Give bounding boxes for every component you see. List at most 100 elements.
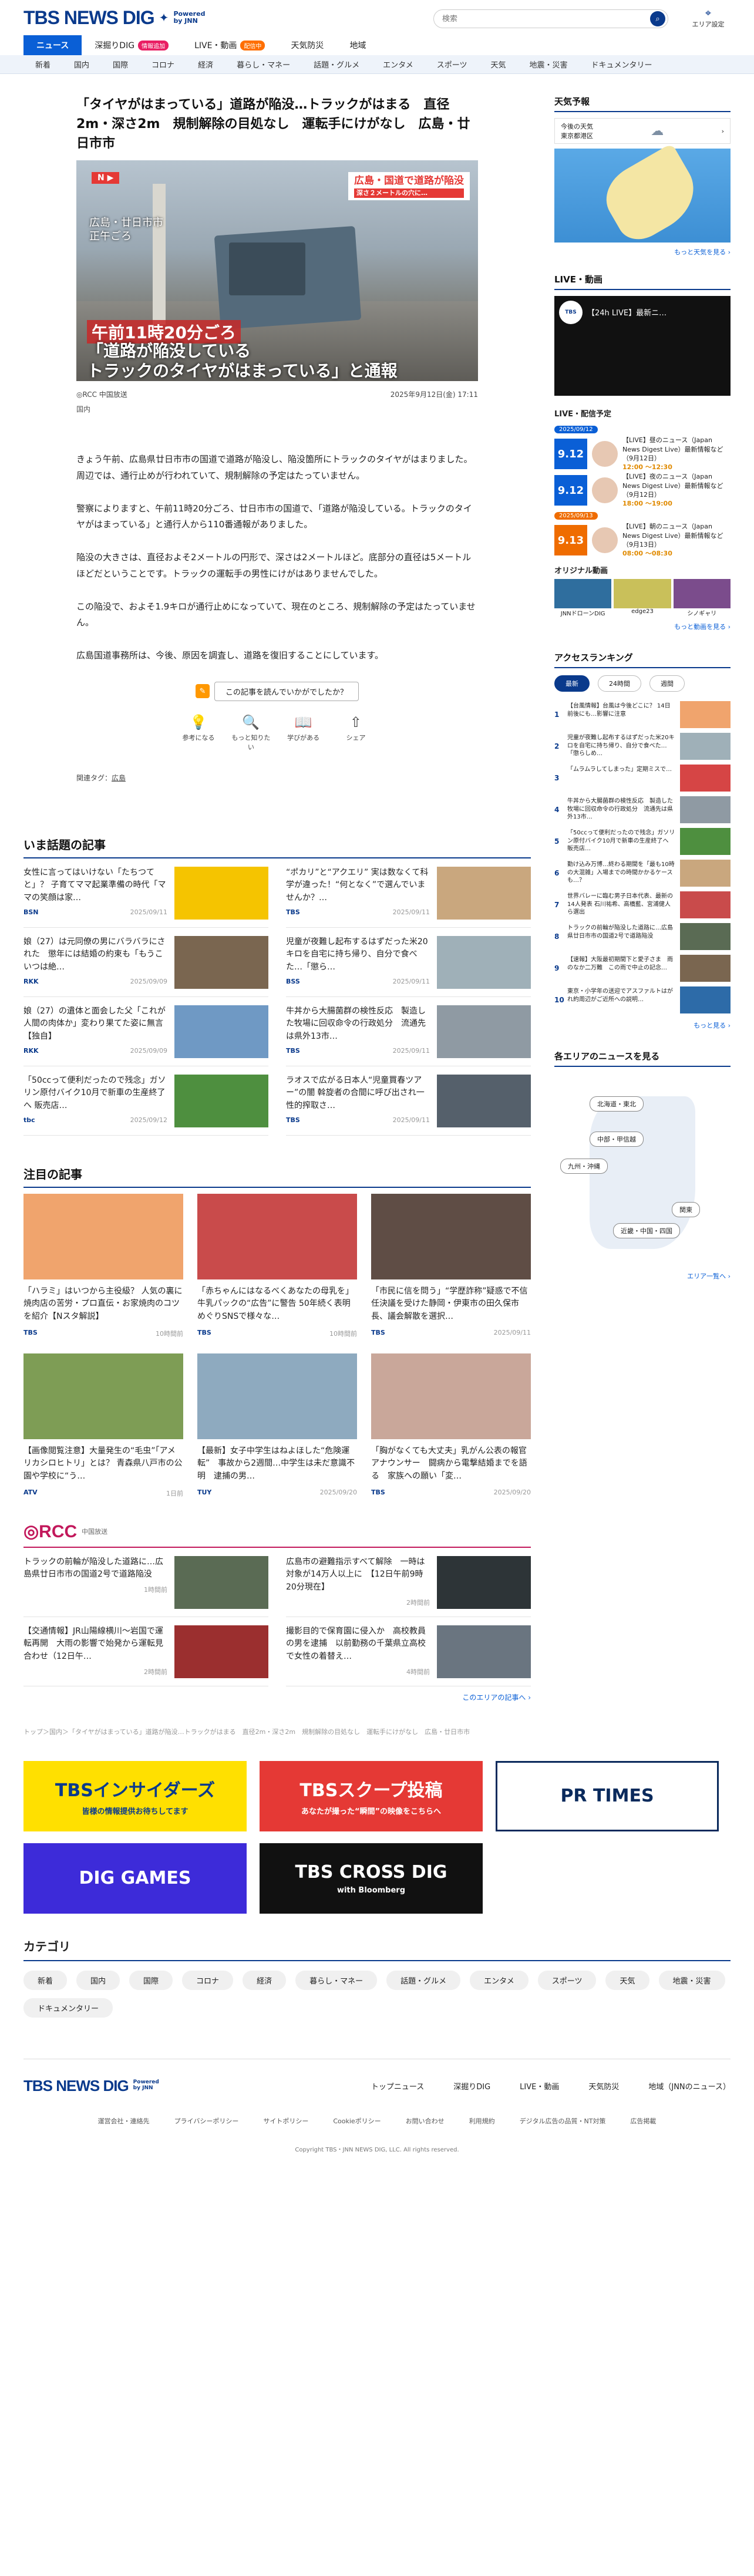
category-chip[interactable]: 話題・グルメ: [386, 1970, 461, 1990]
category-chip[interactable]: ドキュメンタリー: [23, 1998, 113, 2018]
category-chip[interactable]: コロナ: [182, 1970, 234, 1990]
category-chip[interactable]: 経済: [243, 1970, 287, 1990]
topic-item[interactable]: 「50ccって便利だったので残念」ガソリン原付バイク10月で新車の生産終了へ 販…: [23, 1066, 268, 1136]
ranking-item[interactable]: 8 トラックの前輪が陥没した道路に…広島県廿日市市の国道2号で道路陥没: [554, 921, 731, 952]
rcc-item[interactable]: 【交通情報】JR山陽線横川〜岩国で運転再開 大雨の影響で始発から運転見合わせ（1…: [23, 1617, 268, 1686]
footer-logo[interactable]: TBS NEWS DIG Powered by JNN: [23, 2077, 159, 2095]
schedule-item[interactable]: 9.12 【LIVE】昼のニュース（Japan News Digest Live）…: [554, 436, 731, 472]
article-category[interactable]: 国内: [76, 404, 478, 414]
category-chip[interactable]: 国際: [129, 1970, 173, 1990]
feedback-learn-button[interactable]: 📖 学びがある: [282, 714, 325, 752]
category-chip[interactable]: スポーツ: [537, 1970, 597, 1990]
rcc-thumbnail[interactable]: [437, 1555, 531, 1609]
feedback-more-button[interactable]: 🔍 もっと知りたい: [230, 714, 272, 752]
ranking-item[interactable]: 5 「50ccって便利だったので残念」ガソリン原付バイク10月で新車の生産終了へ …: [554, 826, 731, 857]
footer-sublink[interactable]: プライバシーポリシー: [174, 2116, 239, 2126]
footer-sublink[interactable]: お問い合わせ: [406, 2116, 445, 2126]
topic-item[interactable]: “ポカリ”と“アクエリ” 実は数なくて科学が違った！“何となく”で選んでいません…: [286, 858, 531, 928]
orig-video[interactable]: edge23: [614, 579, 671, 617]
category-chip[interactable]: 天気: [605, 1970, 649, 1990]
article-hero-image[interactable]: N ▶ 広島・廿日市市 正午ごろ 広島・国道で道路が陥没 深さ２メートルの穴に… …: [76, 160, 478, 381]
featured-card[interactable]: 「赤ちゃんにはなるべくあなたの母乳を」牛乳パックの“広告”に警告 50年続く表明…: [197, 1193, 357, 1338]
rank-tab-latest[interactable]: 最新: [554, 675, 590, 692]
ranking-item[interactable]: 4 牛丼から大腸菌群の検性反応 製造した牧場に回収命令の行政処分 流通先は県外13…: [554, 794, 731, 826]
footer-link[interactable]: LIVE・動画: [520, 2080, 559, 2092]
live-video-player[interactable]: TBS 【24h LIVE】最新ニ…: [554, 296, 731, 396]
topic-thumbnail[interactable]: [437, 1005, 531, 1058]
orig-video[interactable]: JNNドローンDIG: [554, 579, 612, 617]
rcc-item[interactable]: 広島市の避難指示すべて解除 一時は対象が14万人以上に 【12日午前9時20分現…: [286, 1548, 531, 1617]
ranking-item[interactable]: 1 【台風情報】台風は今後どこに？ 14日前後にも…影響に注意: [554, 699, 731, 730]
banner[interactable]: TBSスクープ投稿 あなたが撮った“瞬間”の映像をこちらへ: [260, 1760, 483, 1831]
topic-thumbnail[interactable]: [437, 866, 531, 920]
share-button[interactable]: ⇧ シェア: [335, 714, 377, 752]
orig-video[interactable]: シノギャリ: [673, 579, 731, 617]
topic-item[interactable]: 児童が夜難し起布するはずだった米20キロを自宅に持ち帰り、自分で食べた…「懲ら……: [286, 928, 531, 997]
featured-card[interactable]: 「ハラミ」はいつから主役級？ 人気の裏に焼肉店の苦労・プロ直伝・お家焼肉のコツを…: [23, 1193, 183, 1338]
search-icon[interactable]: ⌕: [650, 11, 665, 26]
rcc-logo[interactable]: ◎RCC: [23, 1521, 77, 1542]
ranking-item[interactable]: 6 勤け込み万博…終わる期間を「最も10時の大混雑」入場までの時間かかるケースも……: [554, 857, 731, 889]
featured-card[interactable]: 「市民に信を問う」“学歴詐称”疑惑で不信任決議を受けた静岡・伊東市の田久保市長、…: [371, 1193, 531, 1338]
rcc-more-link[interactable]: このエリアの記事へ ›: [23, 1692, 531, 1702]
ranking-item[interactable]: 10 東京・小学年の送迎でアスファルトはがれ約周辺がご近所への説明…: [554, 984, 731, 1016]
weather-map[interactable]: [554, 143, 731, 248]
site-logo[interactable]: TBS NEWS DIG ✦ Powered by JNN: [23, 7, 205, 29]
footer-sublink[interactable]: デジタル広告の品質・NT対策: [520, 2116, 606, 2126]
ranking-item[interactable]: 9 【速報】大阪最初期間下と愛子さま 雨のなか二万難 この雨で中止の記念…: [554, 952, 731, 984]
topic-thumbnail[interactable]: [174, 1005, 268, 1058]
featured-card[interactable]: 「胸がなくても大丈夫」乳がん公表の報官アナウンサー 闘病から電撃結婚までを語る …: [371, 1353, 531, 1498]
area-button-kinki[interactable]: 近畿・中国・四国: [613, 1223, 680, 1238]
weather-more-link[interactable]: もっと天気を見る ›: [554, 247, 731, 257]
topic-thumbnail[interactable]: [437, 935, 531, 989]
featured-card[interactable]: 【画像閲覧注意】大量発生の“毛虫”「アメリカシロヒトリ」とは？ 青森県八戸市の公…: [23, 1353, 183, 1498]
topic-thumbnail[interactable]: [174, 866, 268, 920]
schedule-item[interactable]: 9.12 【LIVE】夜のニュース（Japan News Digest Live）…: [554, 472, 731, 509]
area-button-hokkaido[interactable]: 北海道・東北: [590, 1096, 644, 1112]
footer-link[interactable]: トップニュース: [371, 2080, 424, 2092]
footer-link[interactable]: 天気防災: [588, 2080, 619, 2092]
banner[interactable]: TBS CROSS DIG with Bloomberg: [260, 1843, 483, 1914]
related-tag-link[interactable]: 広島: [112, 774, 126, 782]
footer-sublink[interactable]: 運営会社・連絡先: [98, 2116, 150, 2126]
rcc-item[interactable]: トラックの前輪が陥没した道路に…広島県廿日市市の国道2号で道路陥没 1時間前: [23, 1548, 268, 1617]
rank-tab-weekly[interactable]: 週間: [649, 675, 685, 692]
footer-sublink[interactable]: Cookieポリシー: [333, 2116, 381, 2126]
banner[interactable]: TBSインサイダーズ 皆様の情報提供お待ちしてます: [23, 1760, 247, 1831]
area-setting-button[interactable]: ⌖ エリア設定: [691, 7, 726, 29]
ranking-item[interactable]: 7 世界バレーに臨む男子日本代表、最新の14人発表 石川祐希、高橋藍、宮浦健人ら選…: [554, 889, 731, 921]
topic-thumbnail[interactable]: [437, 1074, 531, 1127]
orig-more-link[interactable]: もっと動画を見る ›: [554, 622, 731, 631]
rcc-thumbnail[interactable]: [437, 1625, 531, 1678]
category-chip[interactable]: エンタメ: [470, 1970, 529, 1990]
topic-item[interactable]: 娘（27）は元同僚の男にバラバラにされた 懲年には結婚の約束も「もうこいつは絶……: [23, 928, 268, 997]
topic-thumbnail[interactable]: [174, 1074, 268, 1127]
rcc-thumbnail[interactable]: [174, 1555, 268, 1609]
footer-link[interactable]: 地域（JNNのニュース）: [648, 2080, 731, 2092]
area-button-kyushu[interactable]: 九州・沖縄: [560, 1159, 608, 1174]
rank-more-link[interactable]: もっと見る ›: [554, 1021, 731, 1030]
topic-thumbnail[interactable]: [174, 935, 268, 989]
footer-sublink[interactable]: 広告掲載: [630, 2116, 656, 2126]
schedule-item[interactable]: 9.13 【LIVE】朝のニュース（Japan News Digest Live）…: [554, 522, 731, 558]
category-chip[interactable]: 地震・災害: [658, 1970, 725, 1990]
rank-tab-24h[interactable]: 24時間: [598, 675, 641, 692]
category-chip[interactable]: 新着: [23, 1970, 68, 1990]
footer-sublink[interactable]: 利用規約: [469, 2116, 495, 2126]
category-chip[interactable]: 暮らし・マネー: [295, 1970, 378, 1990]
featured-card[interactable]: 【最新】女子中学生はねよほした“危険運転” 事故から2週間…中学生は未だ意識不明…: [197, 1353, 357, 1498]
rcc-thumbnail[interactable]: [174, 1625, 268, 1678]
breadcrumb[interactable]: トップ＞国内＞「タイヤがはまっている」道路が陥没…トラックがはまる 直径2m・深…: [23, 1727, 531, 1736]
banner[interactable]: DIG GAMES: [23, 1843, 247, 1914]
area-button-chubu[interactable]: 中部・甲信越: [590, 1132, 644, 1147]
rcc-item[interactable]: 撮影目的で保育園に侵入か 高校教員の男を逮捕 以前勤務の千葉県立高校で女性の着替…: [286, 1617, 531, 1686]
topic-item[interactable]: ラオスで広がる日本人“児童買春ツアー”の闇 斡旋者の合間に呼び出され一性的搾取さ…: [286, 1066, 531, 1136]
ranking-item[interactable]: 2 児童が夜難し起布するはずだった米20キロを自宅に持ち帰り、自分で食べた…「懲ら…: [554, 730, 731, 762]
banner[interactable]: PR TIMES: [496, 1760, 719, 1831]
area-more-link[interactable]: エリア一覧へ ›: [554, 1271, 731, 1281]
search-input[interactable]: [442, 14, 650, 23]
category-chip[interactable]: 国内: [76, 1970, 120, 1990]
topic-item[interactable]: 牛丼から大腸菌群の検性反応 製造した牧場に回収命令の行政処分 流通先は県外13市…: [286, 997, 531, 1066]
feedback-helpful-button[interactable]: 💡 参考になる: [177, 714, 220, 752]
footer-link[interactable]: 深掘りDIG: [453, 2080, 490, 2092]
